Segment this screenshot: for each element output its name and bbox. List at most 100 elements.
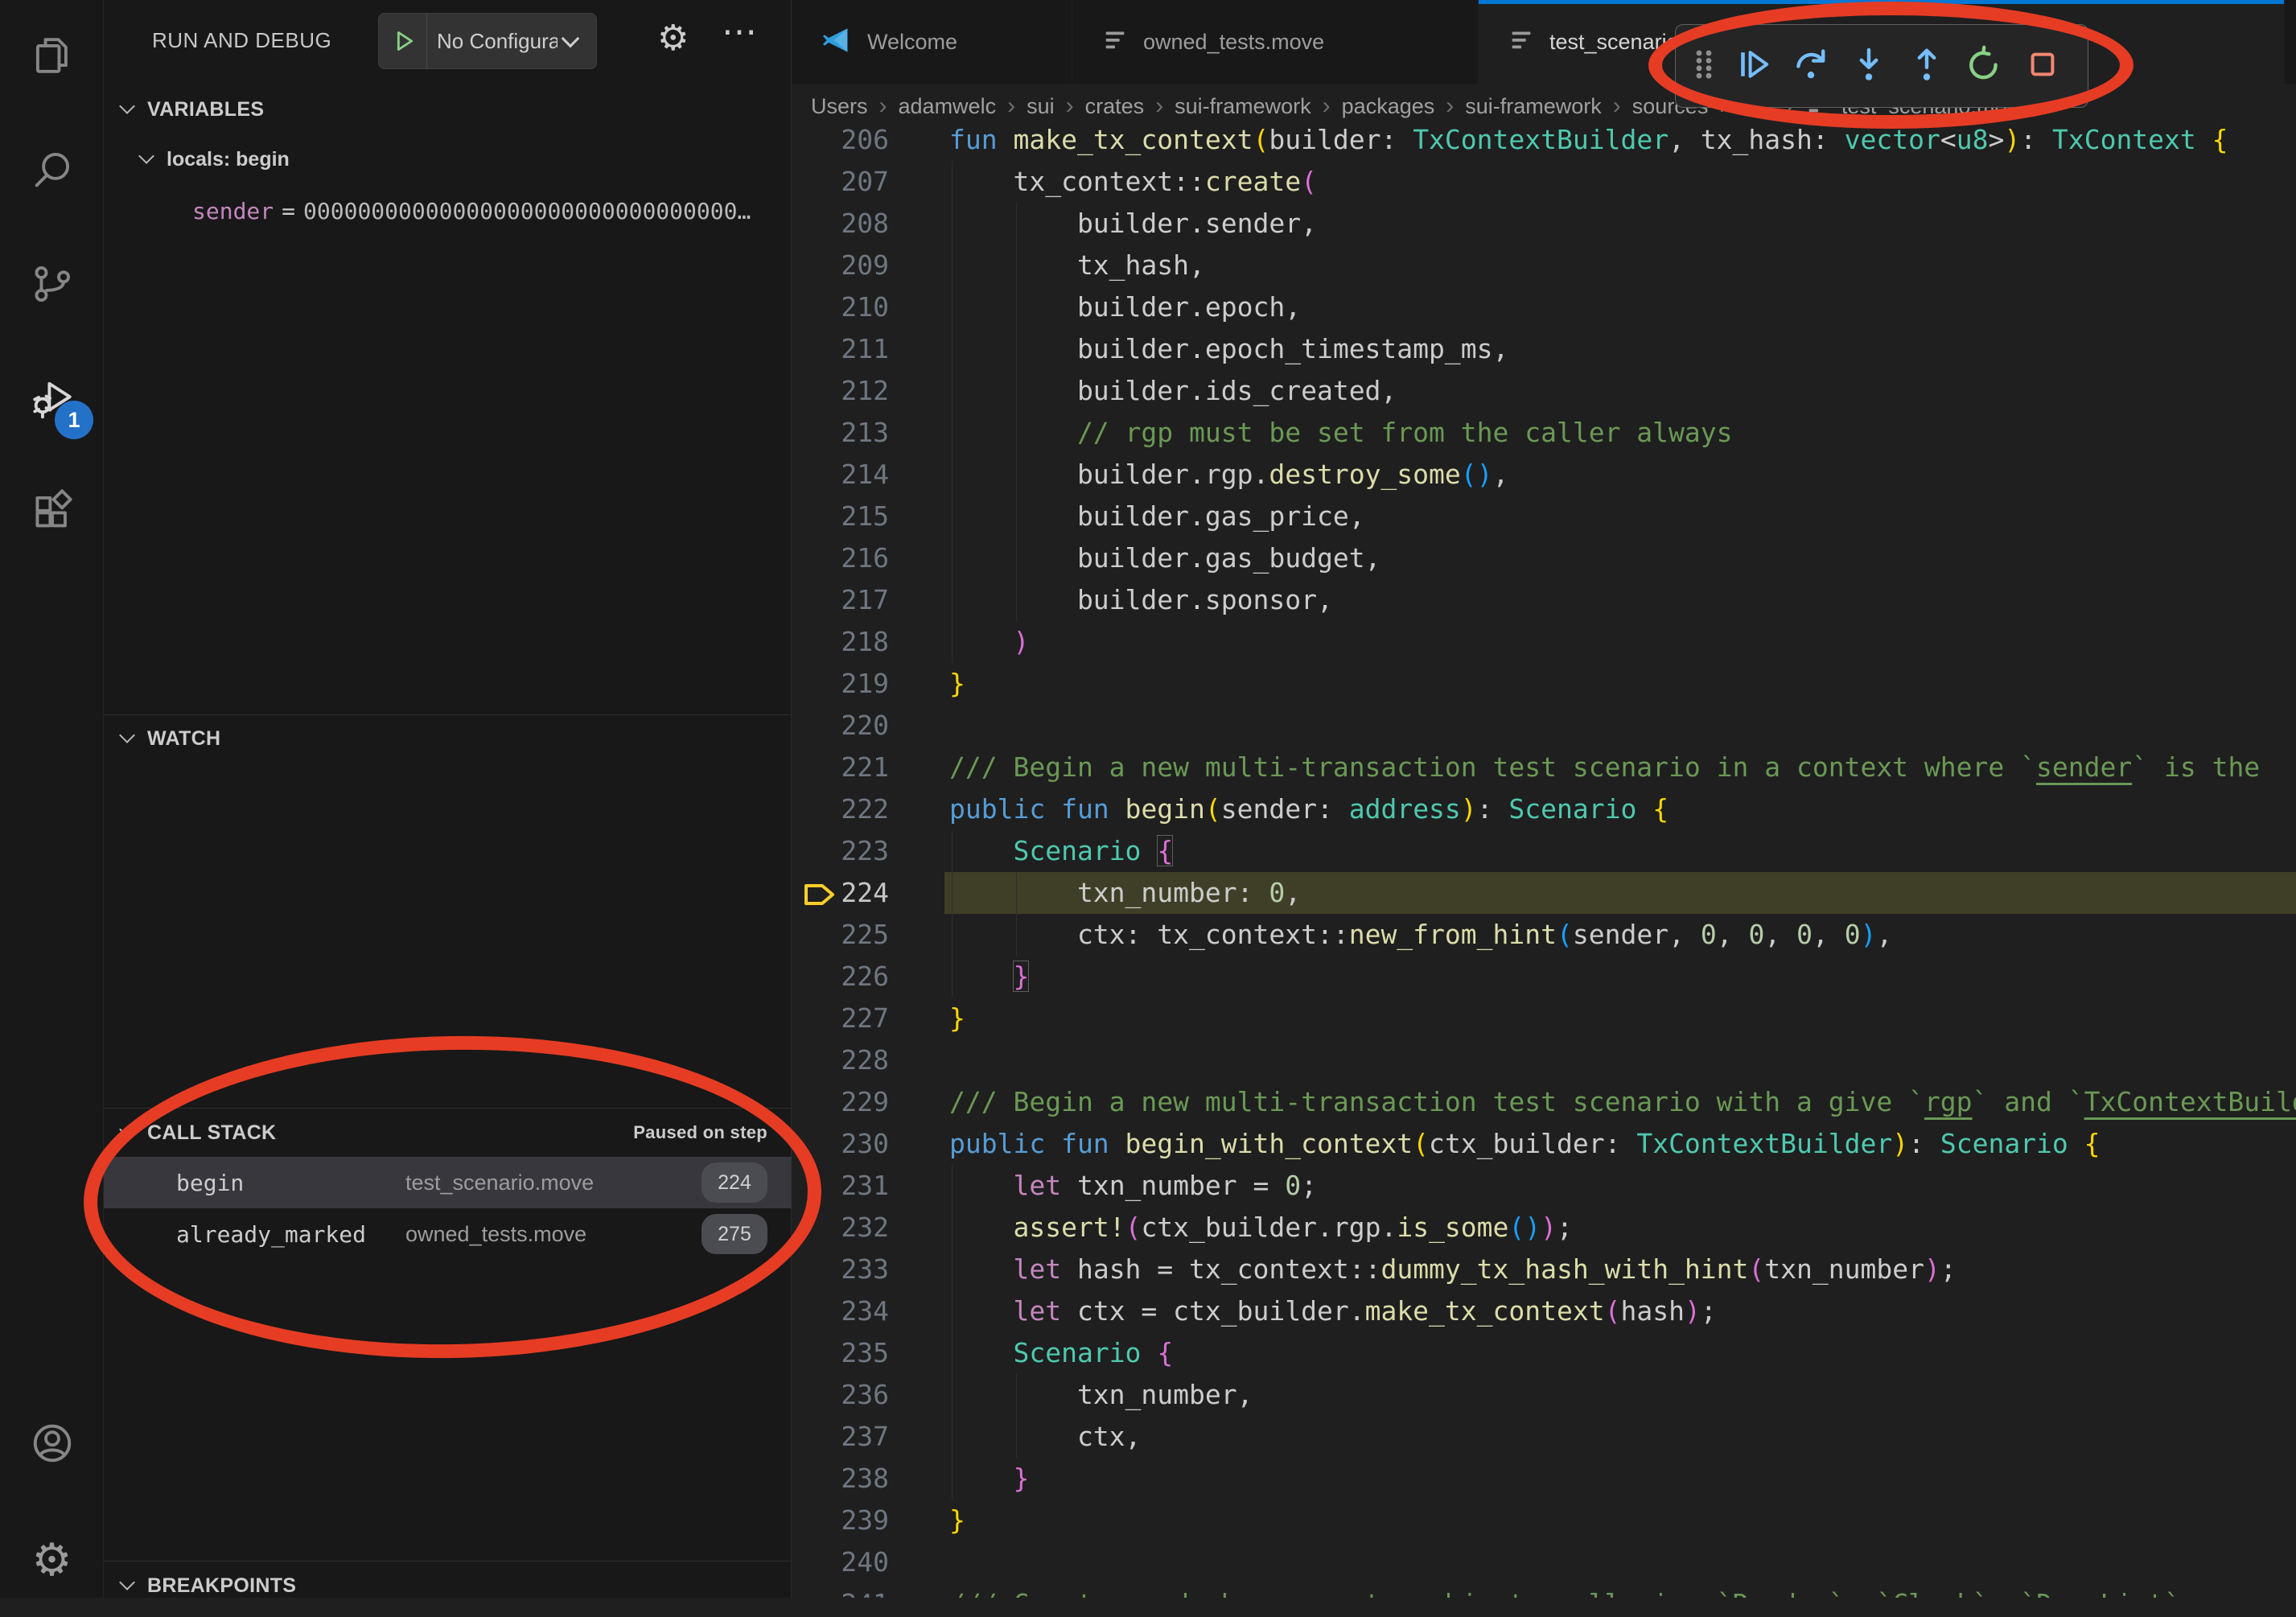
debug-step-out-button[interactable] — [1898, 32, 1956, 100]
call-stack-frame[interactable]: begin test_scenario.move 224 — [104, 1157, 792, 1208]
line-number[interactable]: 221 — [792, 747, 889, 788]
line-number[interactable]: 216 — [792, 537, 889, 579]
line-number[interactable]: 233 — [792, 1249, 889, 1290]
variables-scope-row[interactable]: locals: begin — [104, 138, 792, 180]
line-number[interactable]: 232 — [792, 1207, 889, 1249]
code-line-216[interactable]: 216 builder.gas_budget, — [792, 537, 2296, 579]
line-number[interactable]: 237 — [792, 1416, 889, 1458]
line-number[interactable]: 213 — [792, 412, 889, 454]
activitybar-item-account[interactable] — [0, 1388, 104, 1502]
code-line-234[interactable]: 234 let ctx = ctx_builder.make_tx_contex… — [792, 1290, 2296, 1332]
code-line-217[interactable]: 217 builder.sponsor, — [792, 579, 2296, 621]
code-line-221[interactable]: 221/// Begin a new multi-transaction tes… — [792, 747, 2296, 788]
code-line-232[interactable]: 232 assert!(ctx_builder.rgp.is_some()); — [792, 1207, 2296, 1249]
code-line-241[interactable]: 241/// Creates and shares system objects… — [792, 1583, 2296, 1598]
code-line-231[interactable]: 231 let txn_number = 0; — [792, 1165, 2296, 1207]
activitybar-item-settings[interactable]: ⚙ — [0, 1503, 104, 1617]
activitybar-item-source-control[interactable] — [0, 228, 104, 343]
variable-row[interactable]: sender = 0000000000000000000000000000000… — [104, 190, 792, 232]
breadcrumb-item[interactable]: sui-framework — [1465, 94, 1602, 119]
debug-continue-button[interactable] — [1724, 32, 1782, 100]
call-stack-section-header[interactable]: CALL STACK Paused on step — [104, 1110, 792, 1155]
code-line-235[interactable]: 235 Scenario { — [792, 1332, 2296, 1374]
activitybar-item-run-and-debug[interactable]: 1 — [0, 343, 104, 457]
line-number[interactable]: 226 — [792, 956, 889, 998]
activitybar-item-search[interactable] — [0, 114, 104, 228]
line-number[interactable]: 240 — [792, 1541, 889, 1583]
debug-restart-button[interactable] — [1956, 32, 2014, 100]
line-number[interactable]: 217 — [792, 579, 889, 621]
code-line-226[interactable]: 226 } — [792, 956, 2296, 998]
code-editor[interactable]: 206fun make_tx_context(builder: TxContex… — [792, 129, 2296, 1598]
code-line-233[interactable]: 233 let hash = tx_context::dummy_tx_hash… — [792, 1249, 2296, 1290]
line-number[interactable]: 214 — [792, 454, 889, 496]
line-number[interactable]: 206 — [792, 129, 889, 161]
code-line-214[interactable]: 214 builder.rgp.destroy_some(), — [792, 454, 2296, 496]
line-number[interactable]: 239 — [792, 1500, 889, 1541]
line-number[interactable]: 215 — [792, 496, 889, 537]
breakpoints-section-header[interactable]: BREAKPOINTS — [104, 1563, 792, 1608]
line-number[interactable]: 209 — [792, 245, 889, 286]
line-number[interactable]: 235 — [792, 1332, 889, 1374]
call-stack-frame[interactable]: already_marked owned_tests.move 275 — [104, 1208, 792, 1260]
line-number[interactable]: 207 — [792, 161, 889, 203]
code-line-222[interactable]: 222public fun begin(sender: address): Sc… — [792, 788, 2296, 830]
debug-step-over-button[interactable] — [1782, 32, 1840, 100]
debug-settings-gear-icon[interactable]: ⚙ — [657, 18, 689, 59]
line-number[interactable]: 234 — [792, 1290, 889, 1332]
code-line-238[interactable]: 238 } — [792, 1458, 2296, 1500]
breadcrumb-item[interactable]: adamwelc — [899, 94, 997, 119]
code-line-215[interactable]: 215 builder.gas_price, — [792, 496, 2296, 537]
code-line-213[interactable]: 213 // rgp must be set from the caller a… — [792, 412, 2296, 454]
code-line-218[interactable]: 218 ) — [792, 621, 2296, 663]
code-line-207[interactable]: 207 tx_context::create( — [792, 161, 2296, 203]
line-number[interactable]: 219 — [792, 663, 889, 705]
activitybar-item-explorer[interactable] — [0, 0, 104, 114]
code-line-236[interactable]: 236 txn_number, — [792, 1374, 2296, 1416]
line-number[interactable]: 218 — [792, 621, 889, 663]
code-line-229[interactable]: 229/// Begin a new multi-transaction tes… — [792, 1081, 2296, 1123]
code-line-220[interactable]: 220 — [792, 705, 2296, 747]
line-number[interactable]: 223 — [792, 830, 889, 872]
breadcrumb-item[interactable]: sui — [1027, 94, 1055, 119]
start-debug-icon[interactable] — [379, 13, 427, 69]
code-line-208[interactable]: 208 builder.sender, — [792, 203, 2296, 245]
debug-configuration-dropdown[interactable]: No Configura — [378, 13, 597, 69]
line-number[interactable]: 210 — [792, 286, 889, 328]
line-number[interactable]: 220 — [792, 705, 889, 747]
debug-step-into-button[interactable] — [1840, 32, 1898, 100]
watch-section-header[interactable]: WATCH — [104, 716, 792, 761]
debug-stop-button[interactable] — [2014, 32, 2072, 100]
line-number[interactable]: 211 — [792, 328, 889, 370]
line-number[interactable]: 222 — [792, 788, 889, 830]
tab-Welcome[interactable]: Welcome — [792, 0, 1072, 84]
code-line-224[interactable]: 224 txn_number: 0, — [792, 872, 2296, 914]
code-line-223[interactable]: 223 Scenario { — [792, 830, 2296, 872]
code-line-230[interactable]: 230public fun begin_with_context(ctx_bui… — [792, 1123, 2296, 1165]
more-actions-icon[interactable]: ⋯ — [722, 11, 757, 52]
code-line-209[interactable]: 209 tx_hash, — [792, 245, 2296, 286]
line-number[interactable]: 231 — [792, 1165, 889, 1207]
line-number[interactable]: 228 — [792, 1039, 889, 1081]
variables-section-header[interactable]: VARIABLES — [104, 87, 792, 132]
code-line-212[interactable]: 212 builder.ids_created, — [792, 370, 2296, 412]
code-line-211[interactable]: 211 builder.epoch_timestamp_ms, — [792, 328, 2296, 370]
activitybar-item-extensions[interactable] — [0, 457, 104, 571]
line-number[interactable]: 212 — [792, 370, 889, 412]
breadcrumb-item[interactable]: Users — [811, 94, 868, 119]
code-line-227[interactable]: 227} — [792, 998, 2296, 1039]
code-line-228[interactable]: 228 — [792, 1039, 2296, 1081]
line-number[interactable]: 241 — [792, 1583, 889, 1598]
line-number[interactable]: 229 — [792, 1081, 889, 1123]
debug-drag-handle-button[interactable] — [1684, 32, 1724, 100]
breadcrumb-item[interactable]: packages — [1342, 94, 1435, 119]
breadcrumb-item[interactable]: crates — [1085, 94, 1145, 119]
code-line-239[interactable]: 239} — [792, 1500, 2296, 1541]
code-line-210[interactable]: 210 builder.epoch, — [792, 286, 2296, 328]
breadcrumb-item[interactable]: sui-framework — [1175, 94, 1311, 119]
code-line-237[interactable]: 237 ctx, — [792, 1416, 2296, 1458]
tab-owned_tests.move[interactable]: owned_tests.move — [1072, 0, 1479, 84]
code-line-219[interactable]: 219} — [792, 663, 2296, 705]
line-number[interactable]: 208 — [792, 203, 889, 245]
code-line-240[interactable]: 240 — [792, 1541, 2296, 1583]
